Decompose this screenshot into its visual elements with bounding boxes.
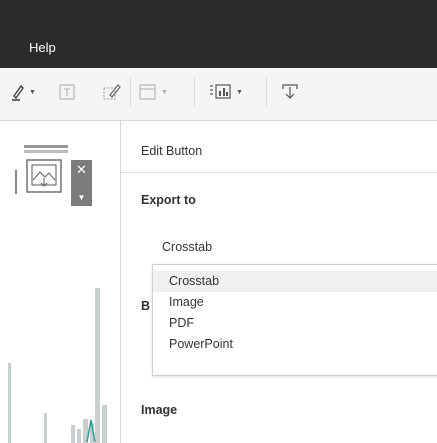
panel-title: Edit Button xyxy=(141,144,203,158)
frame-icon[interactable]: ▼ xyxy=(138,81,168,103)
chart-bar xyxy=(44,413,47,443)
menu-bar: Help xyxy=(0,0,437,68)
panel-divider xyxy=(121,172,437,173)
chevron-down-icon: ▼ xyxy=(236,88,243,96)
export-download-icon[interactable] xyxy=(281,81,299,103)
export-button-object[interactable] xyxy=(23,142,69,199)
partial-field-label: B xyxy=(141,299,151,313)
toolbar: ▼ ▼ ▼ xyxy=(0,68,437,121)
option-powerpoint[interactable]: PowerPoint xyxy=(153,334,437,355)
chevron-down-icon: ▼ xyxy=(161,88,168,96)
image-label: Image xyxy=(141,403,178,417)
chart-line xyxy=(86,419,96,443)
chart-bar xyxy=(8,363,11,443)
chart-bar xyxy=(102,405,107,443)
close-icon[interactable]: ✕ xyxy=(76,162,87,178)
highlighter-icon[interactable]: ▼ xyxy=(10,81,36,103)
option-pdf[interactable]: PDF xyxy=(153,313,437,334)
object-grip[interactable] xyxy=(15,170,17,194)
export-format-select[interactable]: Crosstab xyxy=(162,240,212,254)
text-box-icon[interactable] xyxy=(58,81,76,103)
option-image[interactable]: Image xyxy=(153,292,437,313)
toolbar-divider xyxy=(194,78,195,106)
option-crosstab[interactable]: Crosstab xyxy=(153,271,437,292)
export-to-label: Export to xyxy=(141,193,196,207)
toolbar-divider xyxy=(266,78,267,106)
chevron-down-icon: ▼ xyxy=(29,88,36,96)
object-controls: ✕ ▼ xyxy=(71,160,92,206)
toolbar-divider xyxy=(130,78,131,106)
menu-help[interactable]: Help xyxy=(29,40,56,55)
export-format-dropdown: Crosstab Image PDF PowerPoint xyxy=(152,264,437,376)
chevron-down-icon[interactable]: ▼ xyxy=(78,193,86,202)
chart-bar xyxy=(71,425,75,443)
chart-bar xyxy=(77,429,81,443)
chart-icon[interactable]: ▼ xyxy=(207,81,243,103)
annotate-icon[interactable] xyxy=(102,81,122,103)
